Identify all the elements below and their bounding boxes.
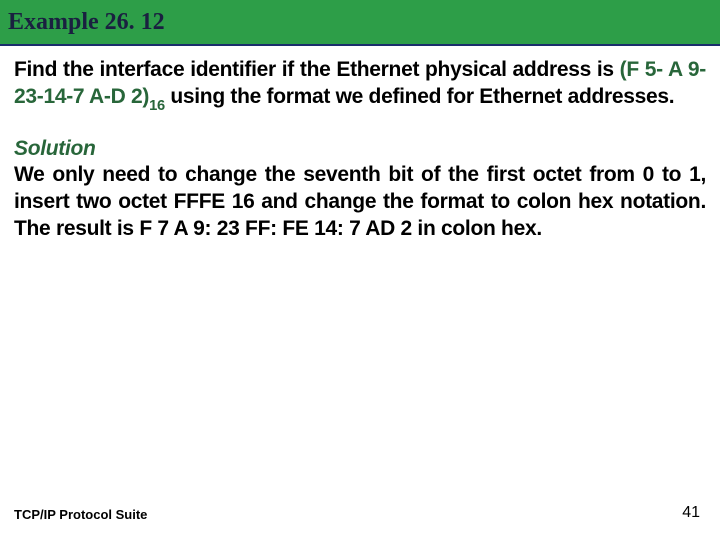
solution-block: Solution We only need to change the seve… [14, 137, 706, 243]
solution-body-2: in colon hex. [412, 217, 542, 240]
example-title: Example 26. 12 [8, 9, 165, 36]
page-number: 41 [682, 504, 700, 522]
solution-text: We only need to change the seventh bit o… [14, 161, 706, 243]
problem-statement: Find the interface identifier if the Eth… [14, 56, 706, 115]
footer-text: TCP/IP Protocol Suite [14, 507, 147, 522]
slide-header: Example 26. 12 [0, 0, 720, 46]
solution-label: Solution [14, 137, 706, 161]
problem-text-1: Find the interface identifier if the Eth… [14, 58, 620, 81]
slide-content: Find the interface identifier if the Eth… [0, 46, 720, 242]
solution-result: F 7 A 9: 23 FF: FE 14: 7 AD 2 [139, 217, 412, 240]
problem-text-2: using the format we defined for Ethernet… [165, 85, 675, 108]
